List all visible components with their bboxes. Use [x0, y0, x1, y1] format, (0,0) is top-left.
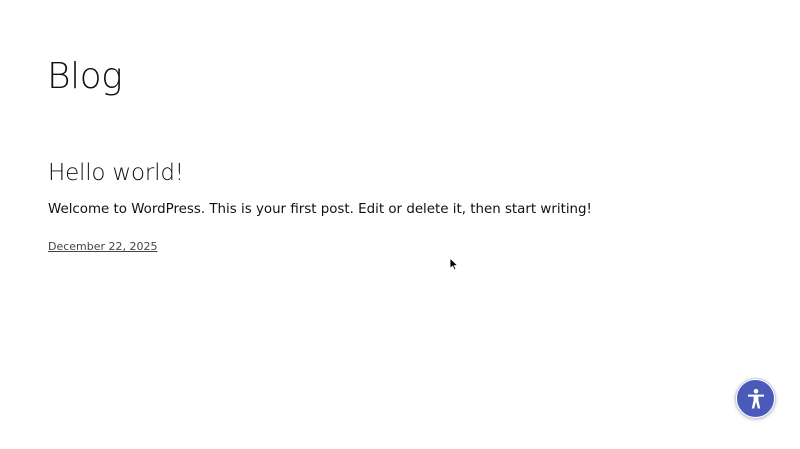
- post-date-link[interactable]: December 22, 2025: [48, 239, 158, 255]
- post-excerpt: Welcome to WordPress. This is your first…: [48, 202, 592, 217]
- post-entry: Hello world! Welcome to WordPress. This …: [48, 157, 648, 255]
- page-title: Blog: [47, 56, 123, 97]
- accessibility-person-icon: [747, 388, 764, 408]
- post-title-link[interactable]: Hello world!: [48, 157, 184, 189]
- mouse-cursor-icon: [449, 257, 459, 271]
- accessibility-button[interactable]: [736, 379, 775, 418]
- blog-page: Blog Hello world! Welcome to WordPress. …: [0, 0, 800, 449]
